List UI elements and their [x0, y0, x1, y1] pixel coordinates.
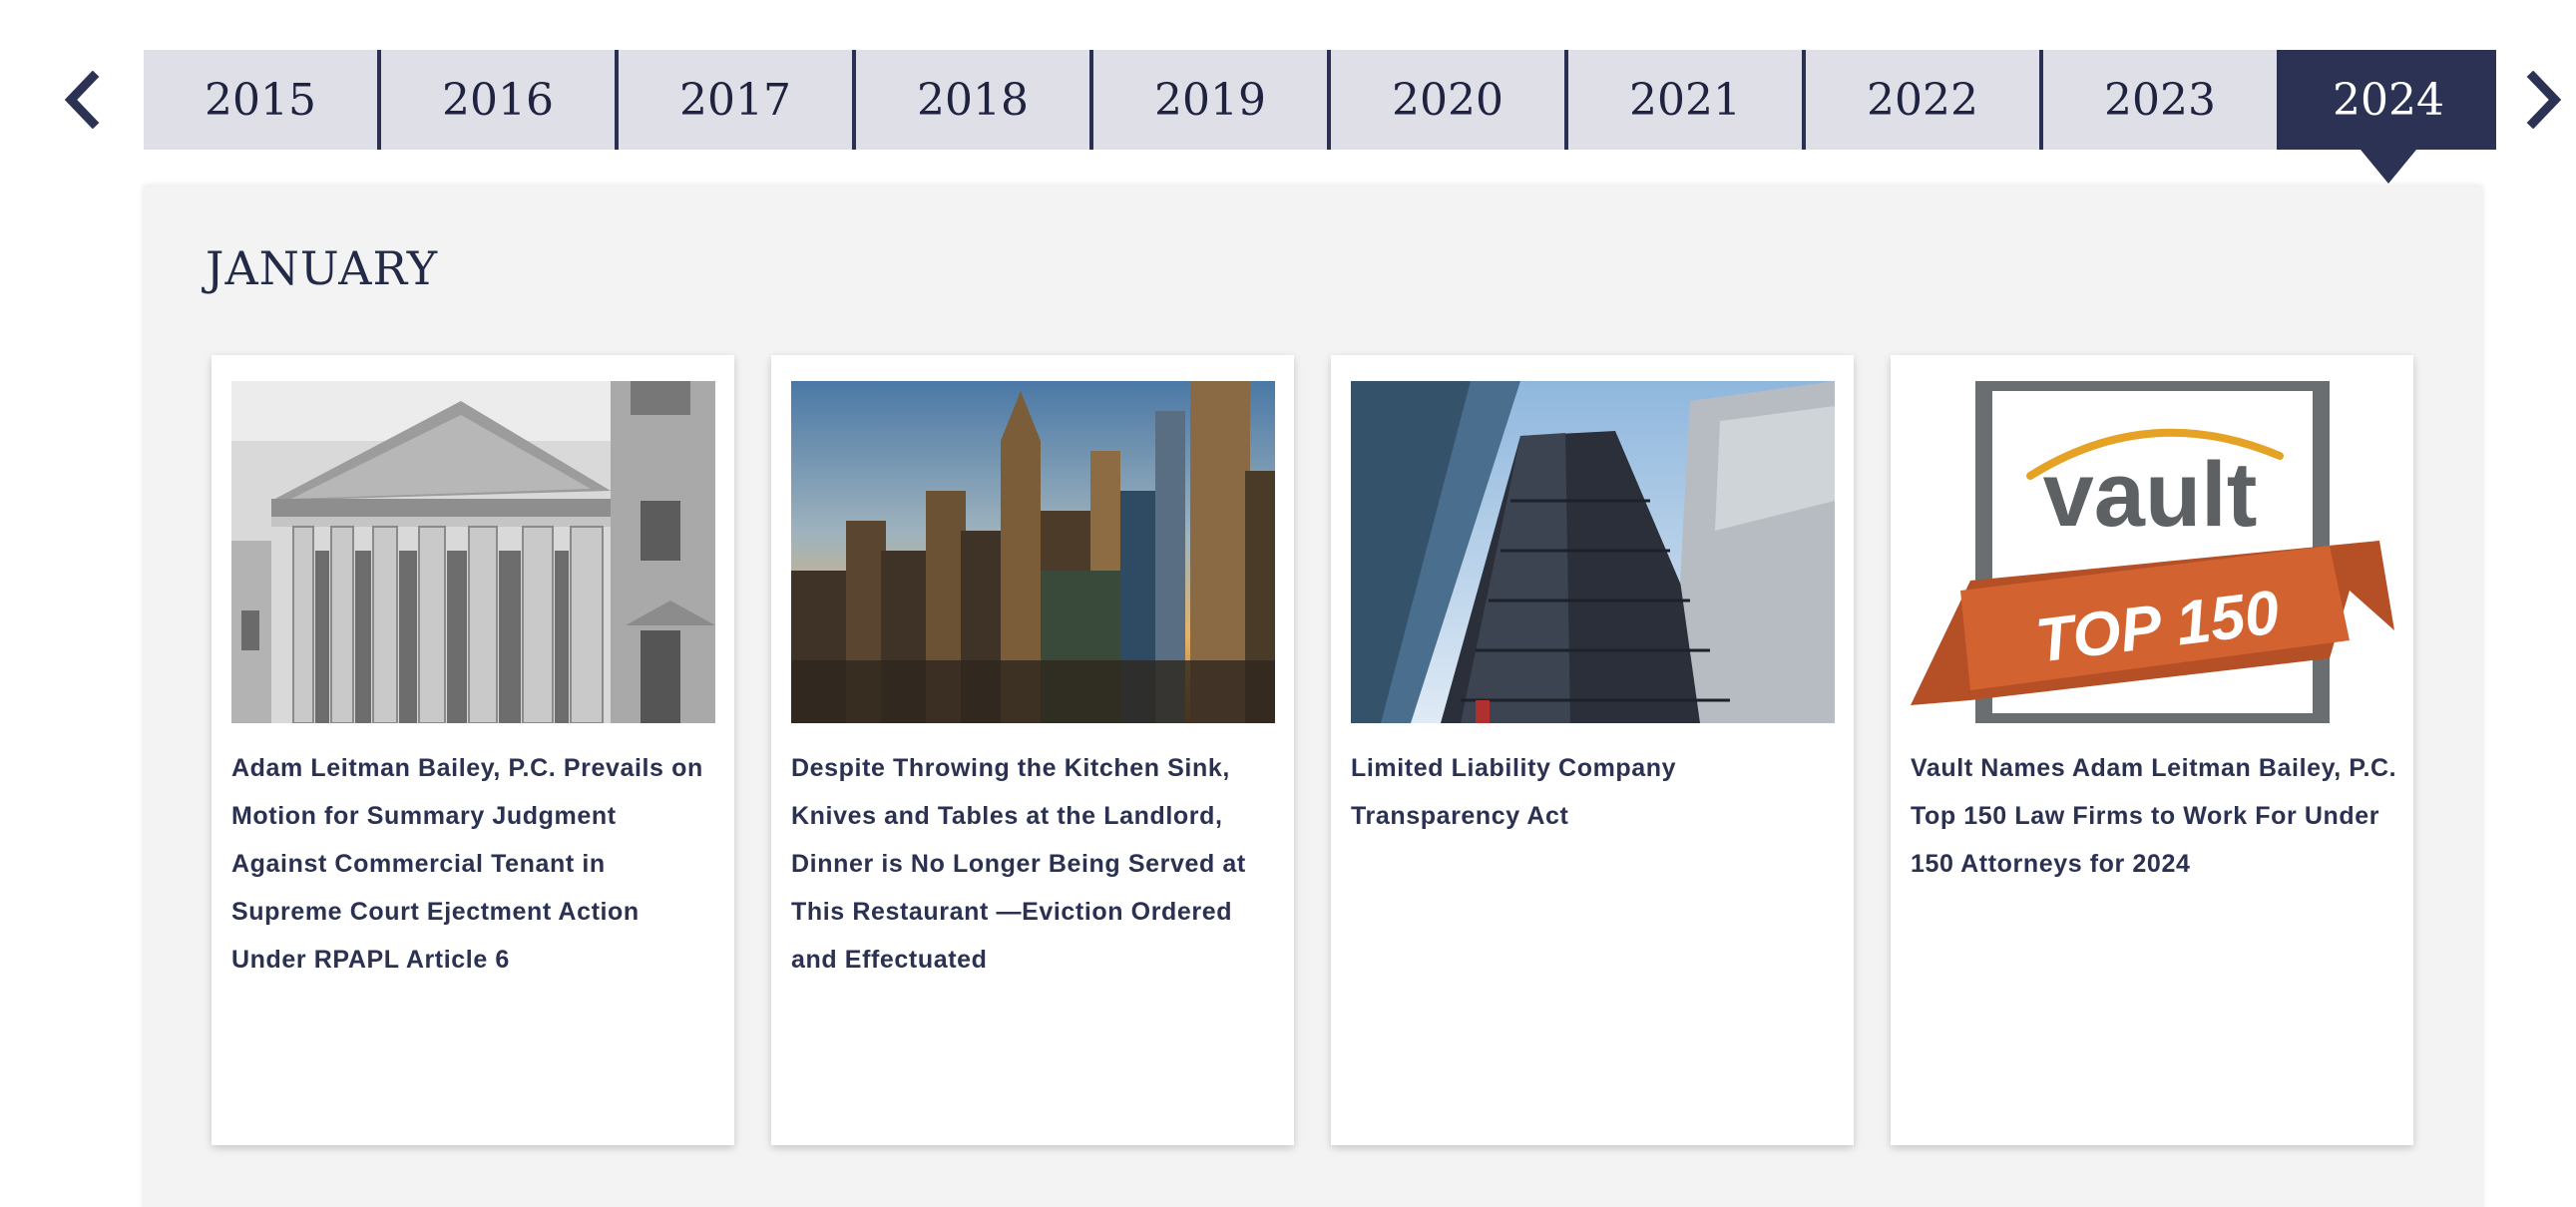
- news-card[interactable]: Adam Leitman Bailey, P.C. Prevails on Mo…: [212, 355, 734, 1145]
- tab-2021[interactable]: 2021: [1568, 50, 1806, 150]
- courthouse-image[interactable]: [231, 381, 715, 723]
- tab-2018[interactable]: 2018: [856, 50, 1093, 150]
- card-title[interactable]: Despite Throwing the Kitchen Sink, Knive…: [791, 744, 1278, 984]
- news-card[interactable]: Limited Liability Company Transparency A…: [1331, 355, 1854, 1145]
- chevron-left-icon[interactable]: [52, 62, 112, 138]
- tab-2019[interactable]: 2019: [1093, 50, 1331, 150]
- news-card[interactable]: Despite Throwing the Kitchen Sink, Knive…: [771, 355, 1294, 1145]
- skyscrapers-image[interactable]: [1351, 381, 1835, 723]
- news-archive: 2015 2016 2017 2018 2019 2020 2021 2022 …: [0, 0, 2576, 1207]
- vault-wordmark: vault: [2043, 444, 2258, 546]
- news-card[interactable]: vault TOP 150 Vault Names Adam Leitman B…: [1891, 355, 2413, 1145]
- card-title[interactable]: Limited Liability Company Transparency A…: [1351, 744, 1838, 840]
- tab-2016[interactable]: 2016: [381, 50, 619, 150]
- tab-2020[interactable]: 2020: [1331, 50, 1568, 150]
- card-title[interactable]: Vault Names Adam Leitman Bailey, P.C. To…: [1911, 744, 2397, 888]
- tab-2015[interactable]: 2015: [144, 50, 381, 150]
- month-heading: JANUARY: [206, 241, 439, 295]
- tab-2024[interactable]: 2024: [2281, 50, 2496, 150]
- vault-top-150-logo[interactable]: vault TOP 150: [1911, 381, 2394, 723]
- chevron-right-icon[interactable]: [2514, 62, 2574, 138]
- year-tabs: 2015 2016 2017 2018 2019 2020 2021 2022 …: [144, 50, 2496, 150]
- tab-2023[interactable]: 2023: [2043, 50, 2281, 150]
- news-panel: JANUARY Adam Leitman Bailey, P.C. Prevai…: [144, 186, 2482, 1207]
- skyline-image[interactable]: [791, 381, 1275, 723]
- card-title[interactable]: Adam Leitman Bailey, P.C. Prevails on Mo…: [231, 744, 718, 984]
- tab-2022[interactable]: 2022: [1806, 50, 2043, 150]
- tab-2017[interactable]: 2017: [619, 50, 856, 150]
